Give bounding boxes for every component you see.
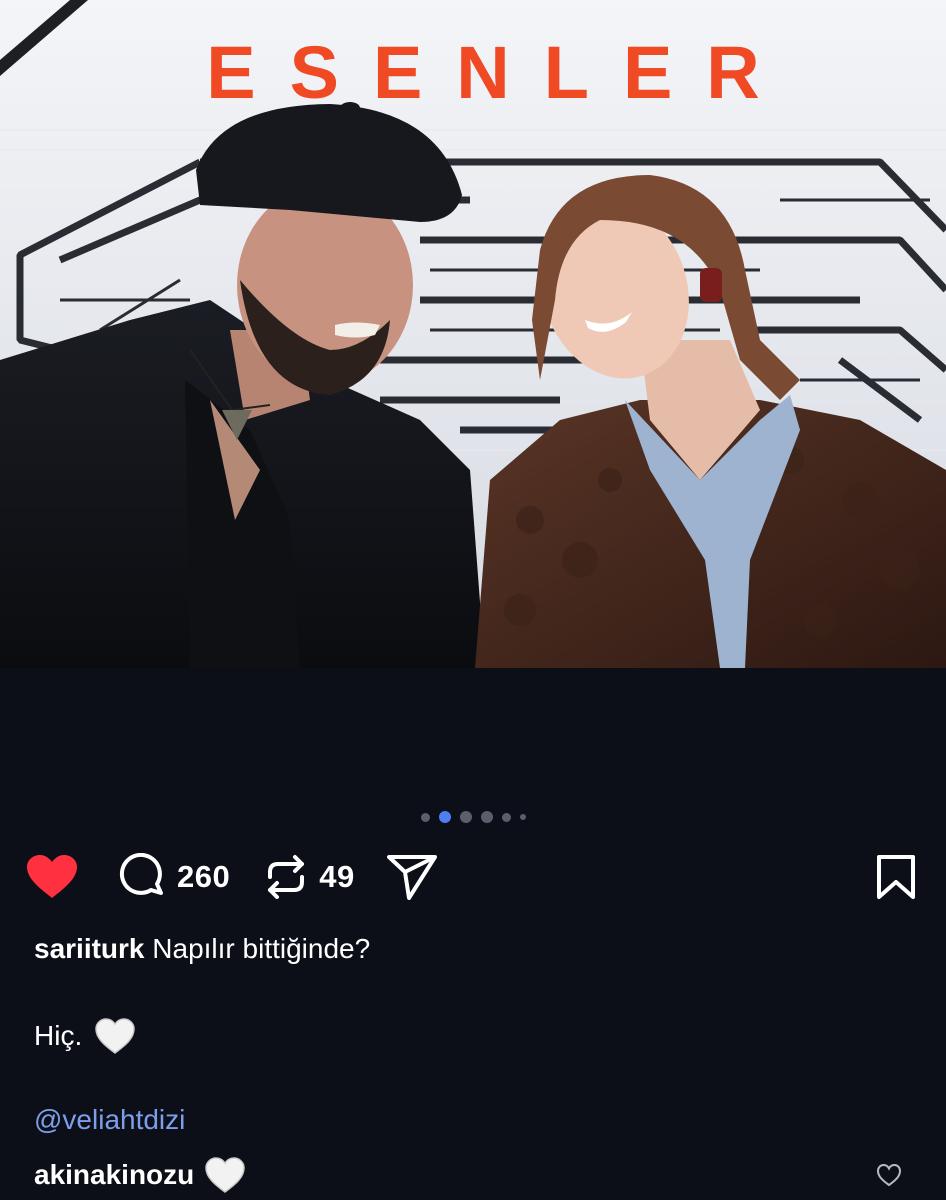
mention-link[interactable]: @veliahtdizi (34, 1104, 185, 1136)
post-photo[interactable]: ESENLER (0, 0, 946, 668)
heart-filled-icon (27, 855, 77, 898)
comment-username[interactable]: akinakinozu (34, 1159, 194, 1191)
repost-count: 49 (319, 859, 355, 894)
heart-outline-icon[interactable] (876, 1163, 902, 1187)
post-action-bar: 260 49 (26, 851, 916, 903)
repost-button[interactable]: 49 (264, 853, 354, 901)
carousel-dot (480, 811, 493, 823)
caption-text: Napılır bittiğinde? (152, 933, 371, 964)
share-button[interactable] (386, 854, 437, 900)
comment-button[interactable]: 260 (118, 853, 230, 901)
post-image: ESENLER (0, 0, 946, 668)
white-heart-icon (205, 1157, 246, 1193)
post-caption: sariiturk Napılır bittiğinde? (34, 930, 916, 968)
send-icon (386, 855, 437, 900)
bookmark-icon (877, 855, 915, 899)
carousel-dot (519, 814, 526, 820)
repost-icon (268, 855, 305, 899)
caption-line2-text: Hiç. (34, 1020, 83, 1051)
comment-item: akinakinozu (34, 1152, 902, 1198)
like-button[interactable] (26, 854, 78, 900)
banner-text: ESENLER (206, 31, 794, 114)
white-heart-icon (95, 1018, 135, 1054)
carousel-dot (501, 812, 511, 822)
carousel-dot (420, 812, 430, 822)
comment-bubble-icon (119, 853, 163, 895)
save-button[interactable] (876, 854, 916, 900)
carousel-indicator (0, 811, 946, 823)
caption-username[interactable]: sariiturk (34, 933, 145, 964)
caption-line2: Hiç. (34, 1014, 136, 1058)
comment-count: 260 (177, 859, 231, 894)
carousel-dot-active (438, 811, 451, 823)
carousel-dot (459, 811, 472, 823)
